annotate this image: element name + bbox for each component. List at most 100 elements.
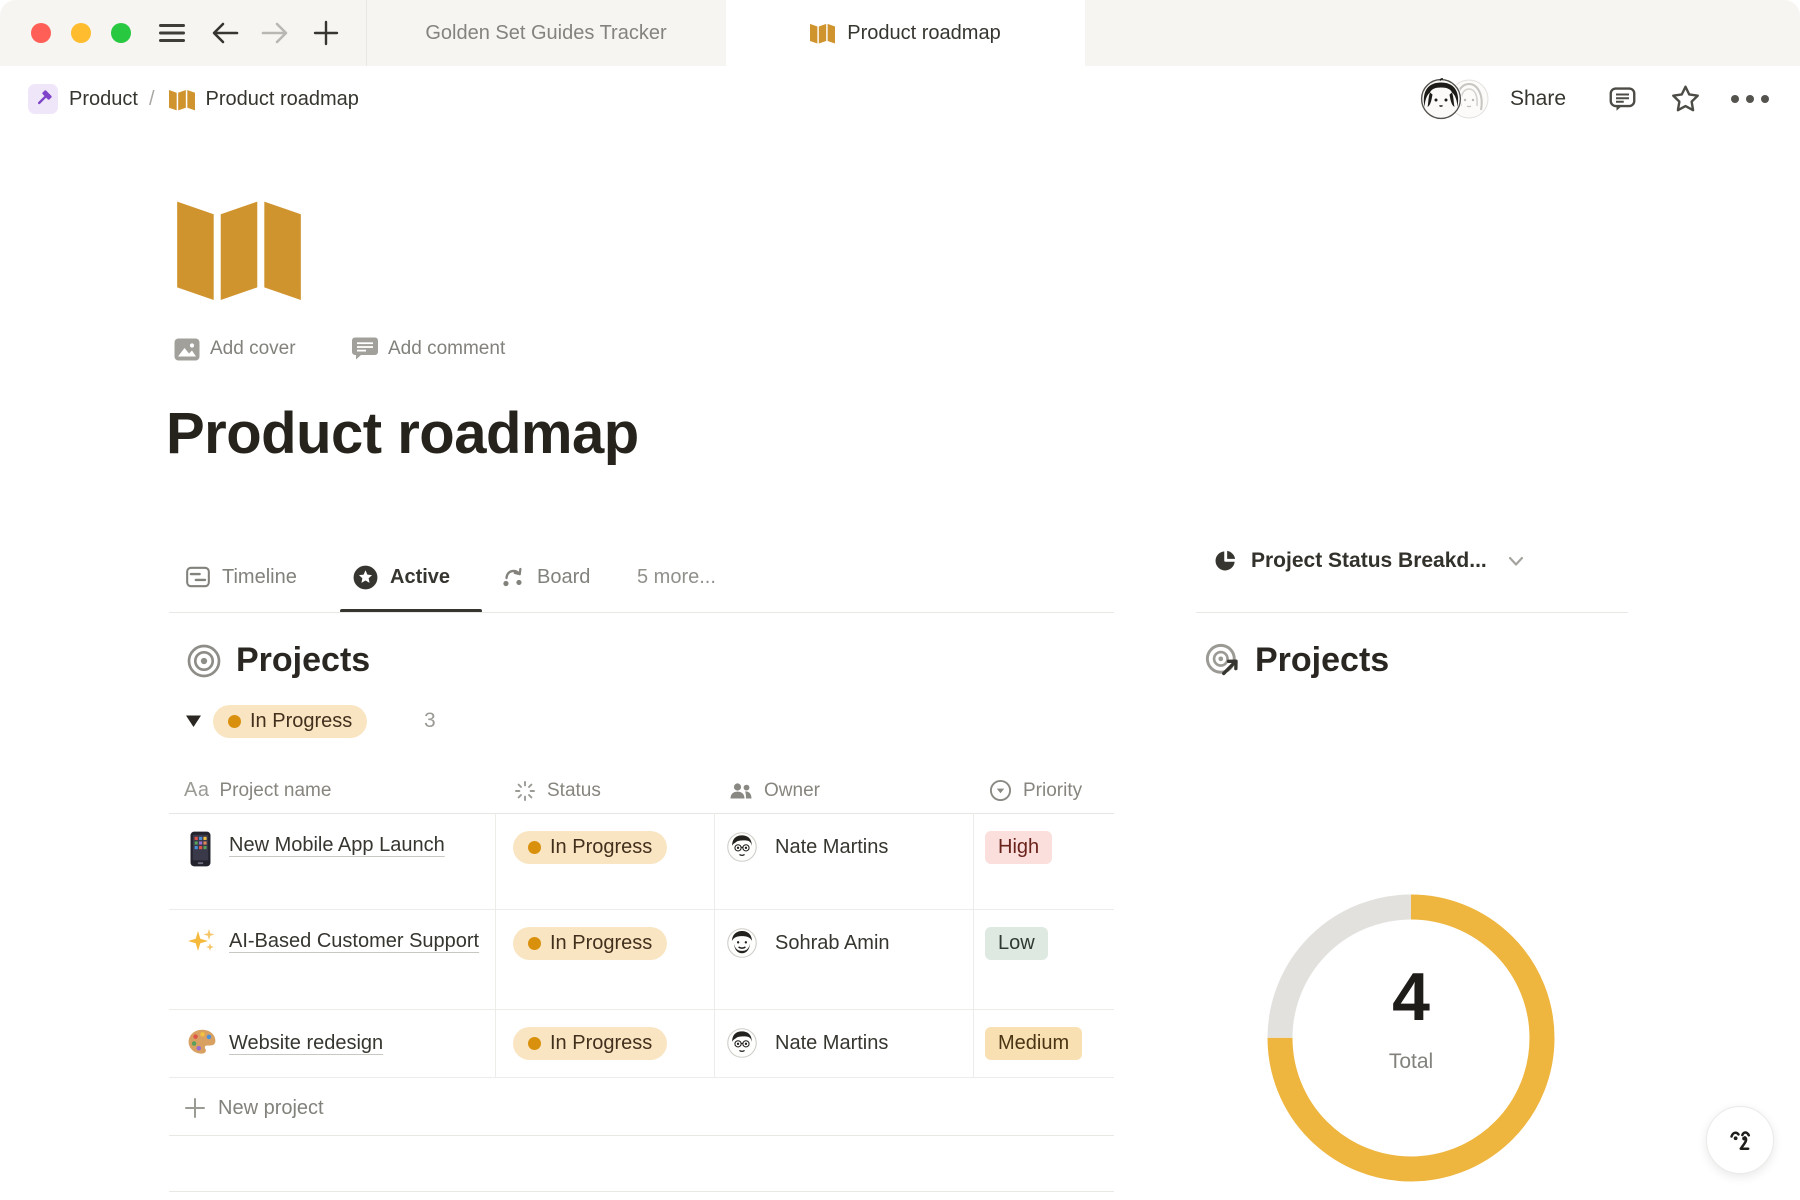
add-comment-button[interactable]: Add comment (352, 334, 505, 364)
add-cover-button[interactable]: Add cover (174, 334, 296, 364)
column-header-owner[interactable]: Owner (728, 768, 820, 813)
chart-db-title[interactable]: Projects (1255, 641, 1389, 680)
status-dot (228, 715, 241, 728)
priority-pill[interactable]: Medium (985, 1027, 1082, 1060)
owner-name[interactable]: Nate Martins (775, 836, 888, 859)
status-pill[interactable]: In Progress (513, 831, 667, 864)
group-toggle[interactable] (185, 714, 202, 728)
favorite-button[interactable] (1660, 66, 1710, 132)
star-circle-icon (352, 564, 379, 591)
status-pill[interactable]: In Progress (513, 927, 667, 960)
chart-tab-label: Project Status Breakd... (1251, 549, 1487, 573)
group-count: 3 (424, 709, 436, 733)
triangle-down-icon (185, 714, 202, 728)
back-button[interactable] (208, 0, 242, 66)
forward-arrow-icon (261, 21, 289, 45)
breadcrumb: Product / Product roadmap (28, 66, 359, 132)
target-arrow-icon (1204, 642, 1242, 680)
donut-total-label: Total (1311, 1050, 1511, 1074)
presence-avatars[interactable] (1414, 66, 1498, 132)
map-icon (810, 22, 835, 44)
page-title[interactable]: Product roadmap (166, 400, 639, 467)
view-tab-active[interactable]: Active (352, 556, 450, 598)
priority-pill[interactable]: High (985, 831, 1052, 864)
column-header-status[interactable]: Status (513, 768, 601, 813)
projects-section-header: Projects (186, 641, 370, 680)
browser-tab-golden-set-guides[interactable]: Golden Set Guides Tracker (367, 0, 725, 66)
bullseye-icon (186, 643, 222, 679)
priority-icon (988, 778, 1013, 803)
view-tab-board[interactable]: Board (500, 556, 590, 598)
project-name-link[interactable]: AI-Based Customer Support (229, 922, 481, 961)
share-button[interactable]: Share (1498, 66, 1578, 132)
status-pill[interactable]: In Progress (513, 1027, 667, 1060)
view-tab-label: Timeline (222, 566, 297, 589)
owner-name[interactable]: Nate Martins (775, 1032, 888, 1055)
projects-table: Aa Project name Status Owner (169, 768, 1114, 1193)
more-options-button[interactable] (1722, 66, 1778, 132)
breadcrumb-current[interactable]: Product roadmap (206, 88, 359, 111)
share-label: Share (1510, 87, 1566, 111)
avatar-primary (1420, 78, 1462, 120)
view-tab-more-label: 5 more... (637, 566, 716, 589)
status-dot (528, 1037, 541, 1050)
donut-total-value: 4 (1311, 958, 1511, 1036)
sidebar-menu-button[interactable] (155, 0, 189, 66)
palette-icon (187, 1028, 217, 1055)
browser-tab-label: Golden Set Guides Tracker (425, 22, 666, 45)
browser-tab-product-roadmap[interactable]: Product roadmap (726, 0, 1085, 66)
new-tab-button[interactable] (308, 0, 344, 66)
mobile-phone-icon (190, 831, 211, 867)
ai-face-icon (1721, 1121, 1759, 1159)
timeline-icon (185, 564, 211, 590)
projects-db-title[interactable]: Projects (236, 641, 370, 680)
chart-tab-divider (1196, 612, 1628, 613)
view-tab-timeline[interactable]: Timeline (185, 556, 297, 598)
table-border (714, 813, 715, 1077)
plus-icon (184, 1097, 206, 1119)
avatar-group (1417, 76, 1495, 122)
new-project-button[interactable]: New project (184, 1090, 324, 1126)
comments-button[interactable] (1598, 66, 1646, 132)
add-cover-label: Add cover (210, 338, 296, 360)
plus-icon (313, 20, 339, 46)
sparkles-icon (188, 927, 216, 955)
owner-avatar-nate (727, 1028, 757, 1058)
owner-name[interactable]: Sohrab Amin (775, 932, 890, 955)
notion-ai-button[interactable] (1706, 1106, 1774, 1174)
section-divider (169, 1135, 1114, 1136)
map-icon-large (176, 196, 302, 300)
project-name-link[interactable]: New Mobile App Launch (229, 826, 481, 865)
breadcrumb-root[interactable]: Product (69, 88, 138, 111)
chevron-down-icon[interactable] (1506, 551, 1526, 571)
group-status-pill[interactable]: In Progress (213, 705, 367, 738)
map-icon (169, 88, 195, 111)
owner-avatar-nate (727, 832, 757, 862)
ellipsis-icon (1730, 94, 1770, 104)
view-tab-label: Board (537, 566, 590, 589)
forward-button[interactable] (258, 0, 292, 66)
column-header-priority[interactable]: Priority (988, 768, 1082, 813)
page-icon[interactable] (176, 196, 302, 300)
comment-icon (1607, 84, 1638, 114)
project-name-link[interactable]: Website redesign (229, 1024, 529, 1063)
text-type-icon: Aa (184, 779, 209, 802)
traffic-light-zoom[interactable] (111, 23, 131, 43)
product-teamspace-icon[interactable] (28, 84, 58, 114)
table-border (973, 813, 974, 1077)
view-tab-more[interactable]: 5 more... (637, 556, 716, 598)
views-divider (169, 612, 1114, 613)
traffic-light-close[interactable] (31, 23, 51, 43)
browser-chrome: Golden Set Guides Tracker Product roadma… (0, 0, 1800, 66)
back-arrow-icon (211, 21, 239, 45)
owner-avatar-sohrab (727, 928, 757, 958)
comment-icon (352, 337, 378, 361)
image-icon (174, 338, 200, 361)
spinner-icon (513, 779, 537, 803)
traffic-light-minimize[interactable] (71, 23, 91, 43)
hammer-icon (33, 89, 53, 109)
column-header-name[interactable]: Aa Project name (184, 768, 331, 813)
add-comment-label: Add comment (388, 338, 505, 360)
priority-pill[interactable]: Low (985, 927, 1048, 960)
chart-view-tab[interactable]: Project Status Breakd... (1213, 548, 1526, 573)
